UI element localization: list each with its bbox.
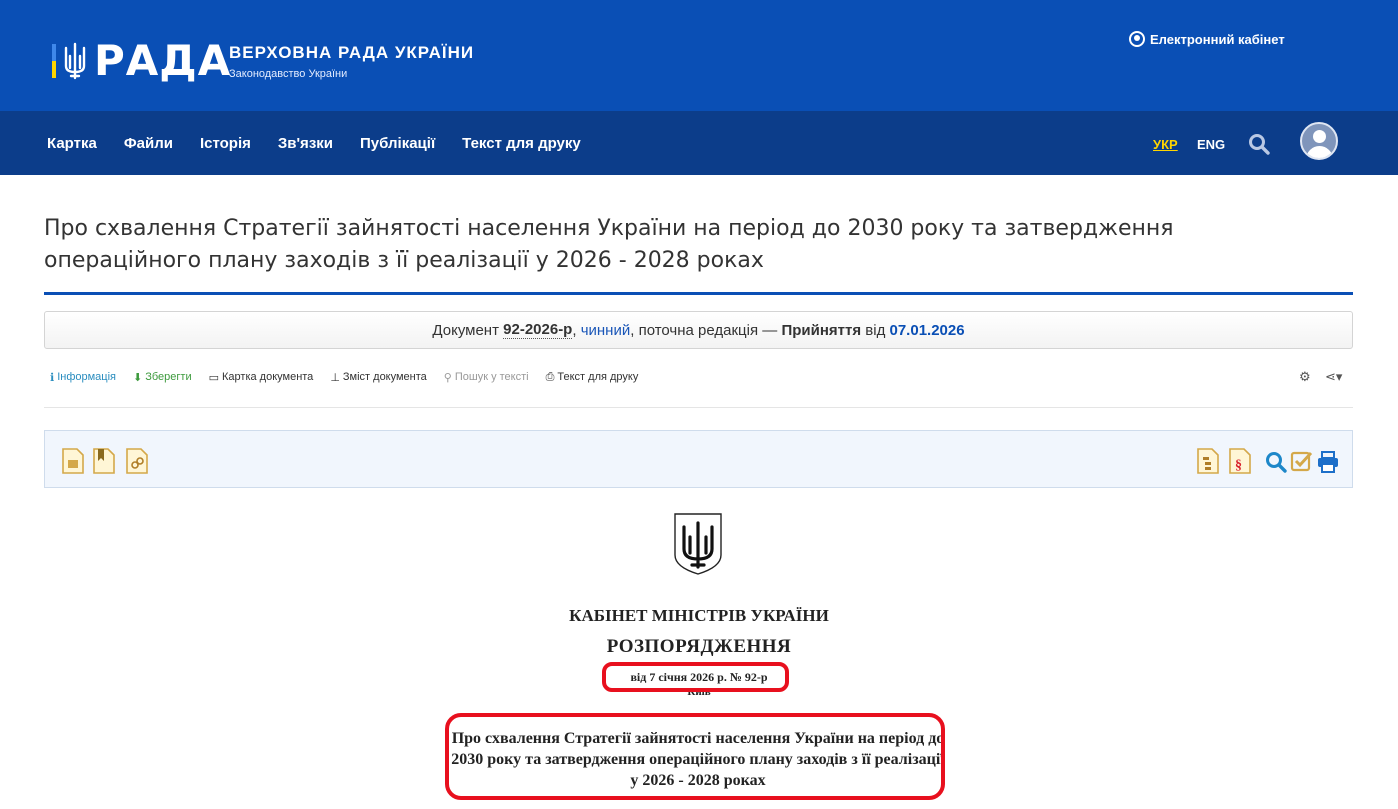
status-action: Прийняття xyxy=(781,321,862,339)
zoom-icon[interactable] xyxy=(1264,447,1288,475)
toolbar-document-contents-label: Зміст документа xyxy=(342,371,427,383)
document-status-bar: Документ 92-2026-р, чинний , поточна ред… xyxy=(44,311,1353,349)
org-name: ВЕРХОВНА РАДА УКРАЇНИ Законодавство Укра… xyxy=(229,43,474,80)
document-toolbar: ℹ Інформація ⬇ Зберегти ▭ Картка докумен… xyxy=(50,369,655,385)
nav-item-card[interactable]: Картка xyxy=(47,135,97,152)
site-header: РАДА ВЕРХОВНА РАДА УКРАЇНИ Законодавство… xyxy=(0,0,1398,111)
toolbar-print-text[interactable]: ⎙ Текст для друку xyxy=(546,371,639,384)
status-middle: , поточна редакція — xyxy=(630,321,778,339)
nav-item-publications[interactable]: Публікації xyxy=(360,135,435,152)
status-prefix: Документ xyxy=(432,321,499,339)
org-subtitle: Законодавство України xyxy=(229,68,348,80)
print-icon[interactable] xyxy=(1316,447,1340,475)
lang-ukr-link[interactable]: УКР xyxy=(1153,137,1178,152)
main-nav: Картка Файли Історія Зв'язки Публікації … xyxy=(0,111,1398,175)
toolbar-document-card-label: Картка документа xyxy=(222,371,314,383)
document-structure-icon[interactable] xyxy=(1196,447,1220,475)
org-title: ВЕРХОВНА РАДА УКРАЇНИ xyxy=(229,43,475,62)
toolbar-document-card[interactable]: ▭ Картка документа xyxy=(209,371,314,384)
search-icon[interactable] xyxy=(1248,133,1270,155)
trident-icon xyxy=(64,42,86,80)
nav-item-print-text[interactable]: Текст для друку xyxy=(462,135,581,152)
flag-icon xyxy=(52,44,56,78)
user-avatar-icon[interactable] xyxy=(1300,122,1338,160)
svg-text:§: § xyxy=(1235,458,1242,473)
sitemap-icon: ⊥ xyxy=(330,371,340,384)
document-bookmark-icon[interactable] xyxy=(92,447,116,475)
document-section-icon[interactable]: § xyxy=(1228,447,1252,475)
nav-item-history[interactable]: Історія xyxy=(200,135,251,152)
user-circle-icon xyxy=(1129,31,1145,47)
download-icon: ⬇ xyxy=(133,371,143,384)
toolbar-save[interactable]: ⬇ Зберегти xyxy=(133,371,192,384)
document-iconbar: § xyxy=(44,430,1353,488)
toolbar-divider xyxy=(44,407,1353,408)
toolbar-save-label: Зберегти xyxy=(145,371,192,383)
document-number[interactable]: 92-2026-р xyxy=(503,321,573,339)
avatar-body xyxy=(1306,146,1333,158)
avatar-head xyxy=(1313,130,1326,143)
heading-highlight-annotation xyxy=(445,713,945,800)
status-date[interactable]: 07.01.2026 xyxy=(890,322,965,339)
rada-logo[interactable]: РАДА xyxy=(52,36,232,85)
document-archive-icon[interactable] xyxy=(61,447,85,475)
settings-icon[interactable]: ⚙ xyxy=(1299,369,1311,385)
nav-item-files[interactable]: Файли xyxy=(124,135,173,152)
toolbar-info-label: Інформація xyxy=(57,371,116,383)
electronic-cabinet-link[interactable]: Електронний кабінет xyxy=(1129,31,1285,47)
toolbar-document-contents[interactable]: ⊥ Зміст документа xyxy=(330,371,426,384)
issuer-heading: КАБІНЕТ МІНІСТРІВ УКРАЇНИ xyxy=(569,606,829,625)
toolbar-search-text[interactable]: ⚲ Пошук у тексті xyxy=(444,371,529,384)
toolbar-search-text-label: Пошук у тексті xyxy=(454,371,529,383)
checkbox-icon[interactable] xyxy=(1290,447,1314,475)
document-title: Про схвалення Стратегії зайнятості насел… xyxy=(44,216,1174,273)
document-link-icon[interactable] xyxy=(125,447,149,475)
share-icon[interactable]: ⋖▾ xyxy=(1325,369,1342,385)
electronic-cabinet-label: Електронний кабінет xyxy=(1150,31,1285,47)
lang-eng-link[interactable]: ENG xyxy=(1197,137,1225,152)
title-underline xyxy=(44,292,1353,295)
document-state-link[interactable]: чинний xyxy=(581,322,631,339)
nav-tabs: Картка Файли Історія Зв'язки Публікації … xyxy=(47,111,608,175)
date-highlight-annotation xyxy=(602,662,789,692)
logo-wordmark: РАДА xyxy=(94,36,232,85)
info-icon: ℹ xyxy=(50,371,55,384)
document-kind-heading: РОЗПОРЯДЖЕННЯ xyxy=(606,636,792,657)
folder-icon: ▭ xyxy=(208,371,219,384)
coat-of-arms-emblem xyxy=(674,513,722,575)
toolbar-info[interactable]: ℹ Інформація xyxy=(50,371,116,384)
print-icon: ⎙ xyxy=(545,370,555,383)
search-icon: ⚲ xyxy=(443,371,452,384)
status-from: від xyxy=(865,321,886,339)
toolbar-print-text-label: Текст для друку xyxy=(557,371,639,383)
nav-item-links[interactable]: Зв'язки xyxy=(278,135,333,152)
